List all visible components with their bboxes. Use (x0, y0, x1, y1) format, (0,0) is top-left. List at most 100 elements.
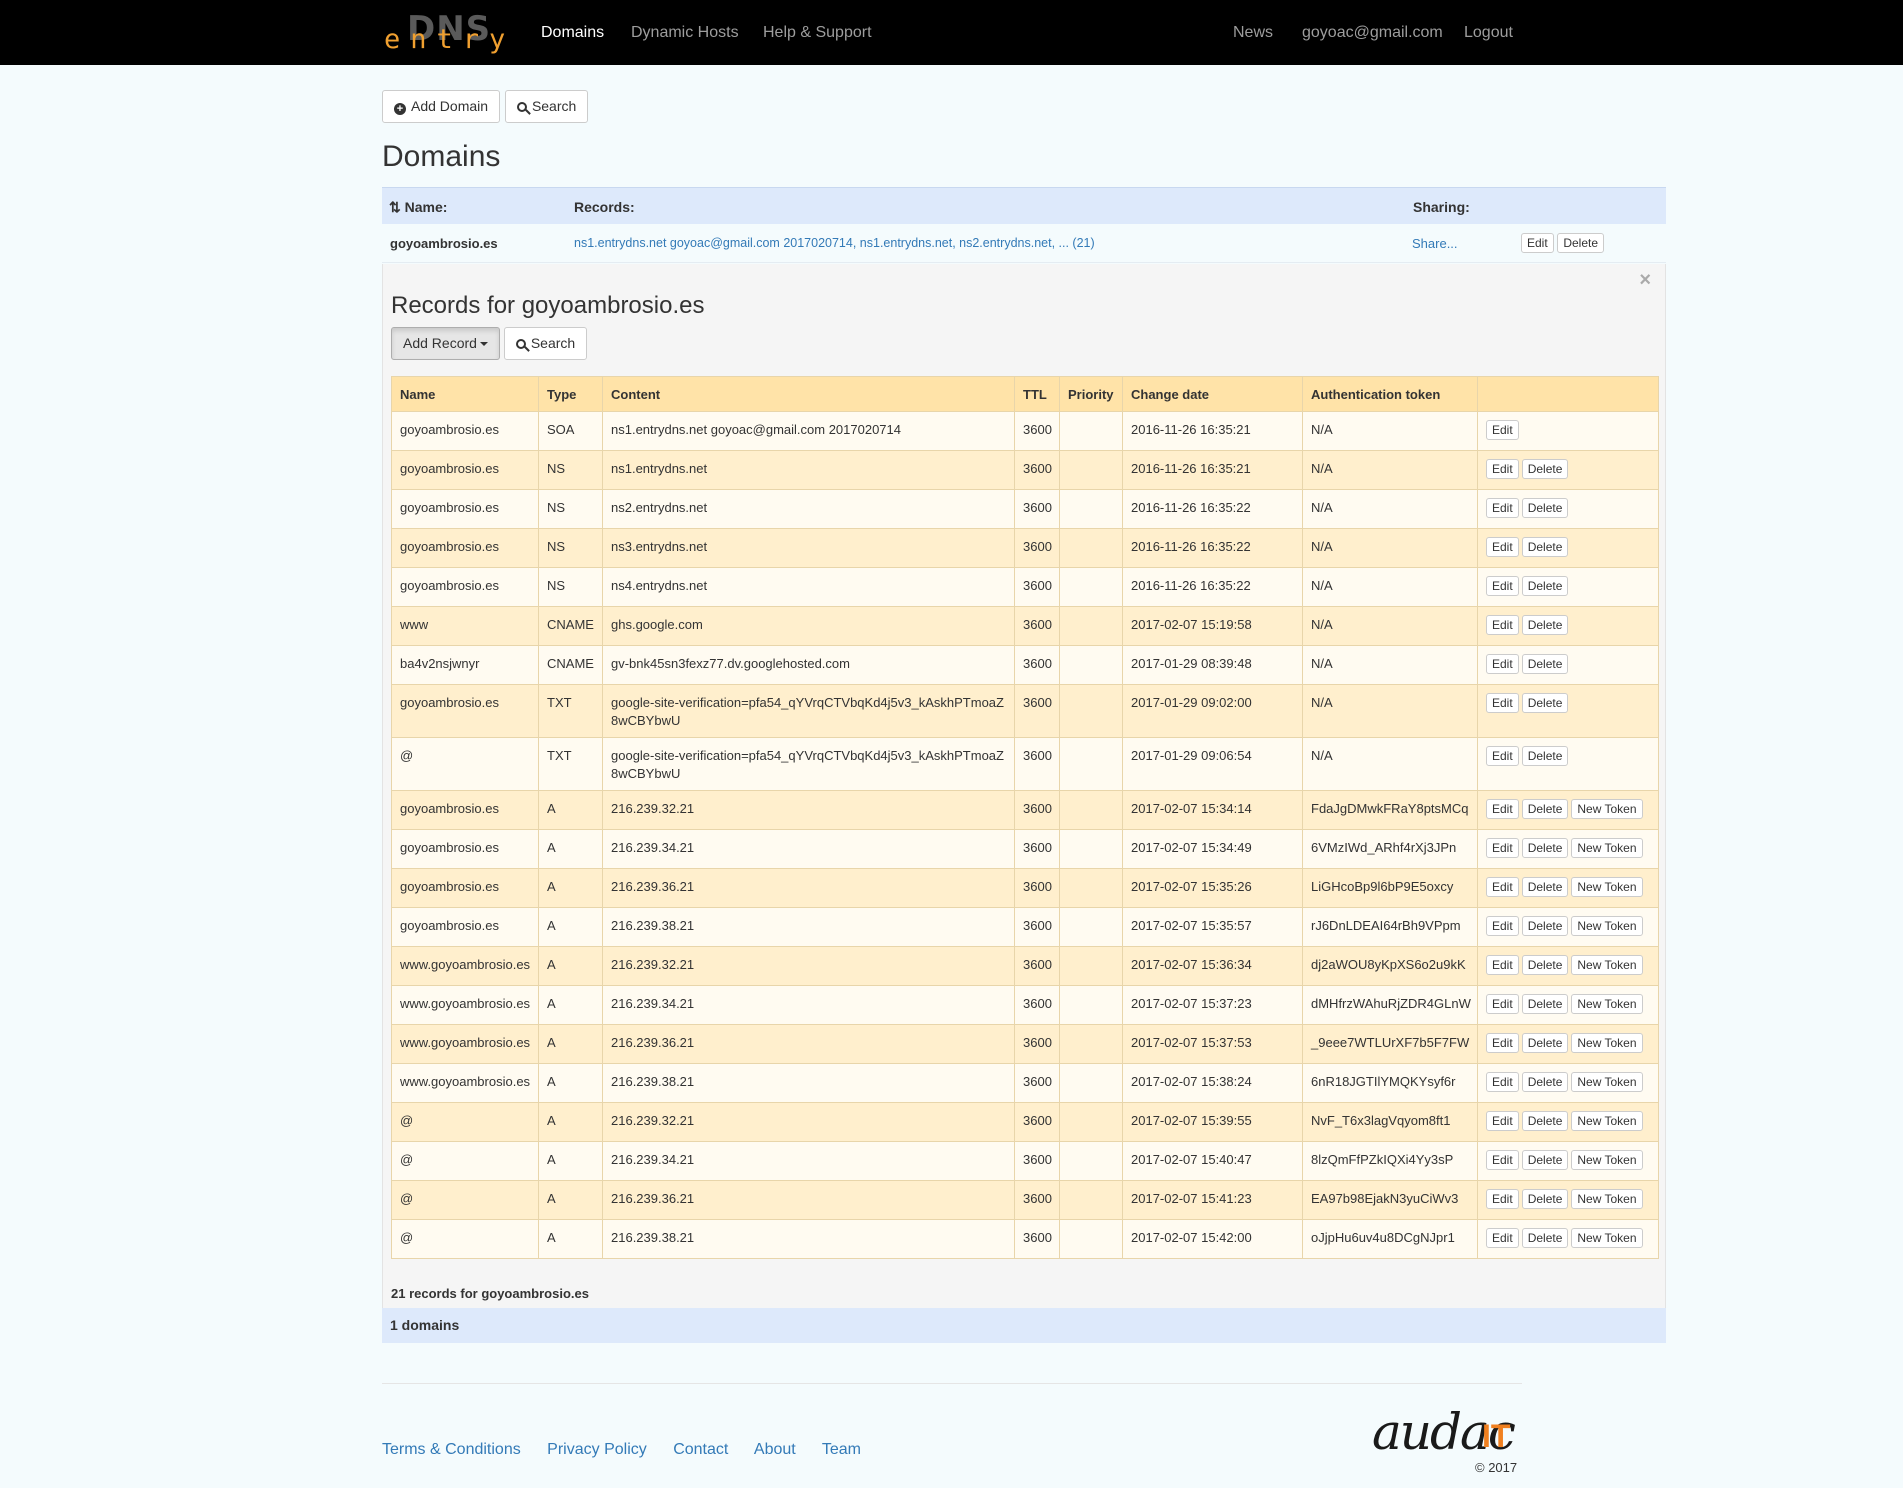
domain-records-link[interactable]: ns1.entrydns.net goyoac@gmail.com 201702… (574, 236, 1095, 250)
contact-link[interactable]: Contact (673, 1441, 728, 1458)
new-token-button[interactable]: New Token (1571, 799, 1643, 819)
record-auth-token-cell: 6nR18JGTIlYMQKYsyf6r (1302, 1063, 1478, 1103)
team-link[interactable]: Team (822, 1441, 861, 1458)
delete-record-button[interactable]: Delete (1521, 746, 1569, 766)
delete-record-button[interactable]: Delete (1521, 1189, 1569, 1209)
record-priority-cell (1059, 411, 1123, 451)
edit-record-button[interactable]: Edit (1486, 1072, 1519, 1092)
record-name-cell: goyoambrosio.es (391, 829, 539, 869)
record-change-date-cell: 2017-02-07 15:19:58 (1122, 606, 1303, 646)
delete-record-button[interactable]: Delete (1521, 615, 1569, 635)
delete-record-button[interactable]: Delete (1521, 693, 1569, 713)
delete-record-button[interactable]: Delete (1521, 799, 1569, 819)
edit-domain-button[interactable]: Edit (1521, 233, 1554, 253)
edit-record-button[interactable]: Edit (1486, 877, 1519, 897)
entrydns-logo[interactable]: DNS entry (382, 12, 505, 54)
nav-logout[interactable]: Logout (1464, 24, 1513, 42)
new-token-button[interactable]: New Token (1571, 1111, 1643, 1131)
new-token-button[interactable]: New Token (1571, 1072, 1643, 1092)
record-row: goyoambrosio.es A 216.239.32.21 3600 2017-02… (391, 790, 1659, 830)
delete-record-button[interactable]: Delete (1521, 654, 1569, 674)
record-priority-cell (1059, 528, 1123, 568)
top-navbar: DNS entry Domains Dynamic Hosts Help & S… (0, 0, 1903, 65)
record-auth-token-cell: N/A (1302, 684, 1478, 738)
new-token-button[interactable]: New Token (1571, 994, 1643, 1014)
edit-record-button[interactable]: Edit (1486, 498, 1519, 518)
edit-record-button[interactable]: Edit (1486, 693, 1519, 713)
delete-record-button[interactable]: Delete (1521, 498, 1569, 518)
delete-record-button[interactable]: Delete (1521, 1072, 1569, 1092)
delete-record-button[interactable]: Delete (1521, 1033, 1569, 1053)
record-change-date-cell: 2017-02-07 15:34:49 (1122, 829, 1303, 869)
privacy-link[interactable]: Privacy Policy (547, 1441, 647, 1458)
record-row: @ A 216.239.32.21 3600 2017-02-07 15:39:55 Nv… (391, 1102, 1659, 1142)
edit-record-button[interactable]: Edit (1486, 615, 1519, 635)
new-token-button[interactable]: New Token (1571, 838, 1643, 858)
record-name-cell: goyoambrosio.es (391, 567, 539, 607)
add-domain-button[interactable]: + Add Domain (382, 90, 501, 123)
edit-record-button[interactable]: Edit (1486, 916, 1519, 936)
record-content-cell: 216.239.36.21 (602, 868, 1015, 908)
close-icon[interactable]: × (1639, 270, 1651, 290)
edit-record-button[interactable]: Edit (1486, 994, 1519, 1014)
delete-record-button[interactable]: Delete (1521, 576, 1569, 596)
sort-icon[interactable]: ⇅ (389, 199, 401, 215)
new-token-button[interactable]: New Token (1571, 955, 1643, 975)
record-actions-cell: Edit Delete New Token (1477, 1063, 1659, 1103)
domain-row[interactable]: goyoambrosio.es ns1.entrydns.net goyoac@… (382, 224, 1666, 263)
edit-record-button[interactable]: Edit (1486, 576, 1519, 596)
share-link[interactable]: Share... (1412, 236, 1458, 251)
edit-record-button[interactable]: Edit (1486, 838, 1519, 858)
delete-record-button[interactable]: Delete (1521, 537, 1569, 557)
new-token-button[interactable]: New Token (1571, 1150, 1643, 1170)
edit-record-button[interactable]: Edit (1486, 654, 1519, 674)
record-change-date-cell: 2016-11-26 16:35:22 (1122, 528, 1303, 568)
edit-record-button[interactable]: Edit (1486, 537, 1519, 557)
delete-record-button[interactable]: Delete (1521, 1228, 1569, 1248)
edit-record-button[interactable]: Edit (1486, 1033, 1519, 1053)
edit-record-button[interactable]: Edit (1486, 1111, 1519, 1131)
delete-record-button[interactable]: Delete (1521, 459, 1569, 479)
record-ttl-cell: 3600 (1014, 829, 1060, 869)
nav-news[interactable]: News (1233, 24, 1273, 42)
delete-record-button[interactable]: Delete (1521, 1150, 1569, 1170)
new-token-button[interactable]: New Token (1571, 1033, 1643, 1053)
edit-record-button[interactable]: Edit (1486, 1228, 1519, 1248)
name-column-header[interactable]: ⇅ Name: (389, 199, 447, 216)
nav-dynamic-hosts[interactable]: Dynamic Hosts (631, 24, 739, 42)
search-records-button[interactable]: Search (503, 327, 588, 360)
delete-record-button[interactable]: Delete (1521, 838, 1569, 858)
delete-record-button[interactable]: Delete (1521, 877, 1569, 897)
delete-record-button[interactable]: Delete (1521, 1111, 1569, 1131)
delete-domain-button[interactable]: Delete (1557, 233, 1604, 253)
record-name-cell: @ (391, 1219, 539, 1259)
delete-record-button[interactable]: Delete (1521, 916, 1569, 936)
audacit-logo[interactable]: audac IT (1372, 1402, 1522, 1462)
about-link[interactable]: About (754, 1441, 796, 1458)
record-change-date-cell: 2016-11-26 16:35:21 (1122, 450, 1303, 490)
terms-link[interactable]: Terms & Conditions (382, 1441, 521, 1458)
record-priority-cell (1059, 1219, 1123, 1259)
delete-record-button[interactable]: Delete (1521, 994, 1569, 1014)
delete-record-button[interactable]: Delete (1521, 955, 1569, 975)
edit-record-button[interactable]: Edit (1486, 746, 1519, 766)
record-auth-token-cell: rJ6DnLDEAI64rBh9VPpm (1302, 907, 1478, 947)
record-type-cell: NS (538, 567, 603, 607)
edit-record-button[interactable]: Edit (1486, 955, 1519, 975)
edit-record-button[interactable]: Edit (1486, 799, 1519, 819)
new-token-button[interactable]: New Token (1571, 1189, 1643, 1209)
record-auth-token-cell: LiGHcoBp9l6bP9E5oxcy (1302, 868, 1478, 908)
record-name-cell: goyoambrosio.es (391, 868, 539, 908)
nav-domains[interactable]: Domains (541, 24, 604, 42)
add-record-dropdown[interactable]: Add Record (391, 327, 500, 360)
new-token-button[interactable]: New Token (1571, 877, 1643, 897)
new-token-button[interactable]: New Token (1571, 916, 1643, 936)
edit-record-button[interactable]: Edit (1486, 459, 1519, 479)
edit-record-button[interactable]: Edit (1486, 1189, 1519, 1209)
edit-record-button[interactable]: Edit (1486, 1150, 1519, 1170)
nav-user-email[interactable]: goyoac@gmail.com (1302, 24, 1443, 42)
search-domains-button[interactable]: Search (504, 90, 589, 123)
edit-record-button[interactable]: Edit (1486, 420, 1519, 440)
nav-help-support[interactable]: Help & Support (763, 24, 872, 42)
new-token-button[interactable]: New Token (1571, 1228, 1643, 1248)
